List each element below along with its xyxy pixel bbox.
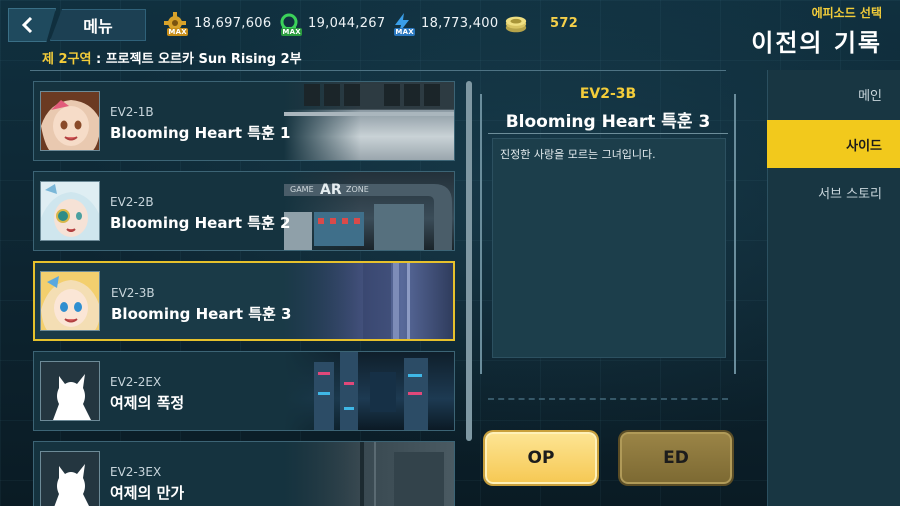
tab-sub-story[interactable]: 서브 스토리 [767, 168, 900, 216]
stage-code: EV2-3EX [110, 465, 162, 479]
stage-card[interactable]: GAME AR ZONE EV2-2B Blooming Heart 특훈 2 [33, 171, 455, 251]
page-title-block: 에피소드 선택 이전의 기록 [751, 4, 882, 58]
stage-thumbnail [284, 82, 454, 160]
area-separator: : [91, 52, 106, 67]
character-portrait [40, 91, 100, 151]
menu-button[interactable]: 메뉴 [50, 9, 146, 41]
op-button[interactable]: OP [485, 432, 597, 484]
gear-gold-icon: MAX [162, 12, 188, 36]
resource-coins: 572 [504, 12, 578, 34]
max-badge: MAX [394, 28, 415, 36]
back-arrow-icon [21, 17, 33, 33]
stage-code: EV2-1B [110, 105, 154, 119]
resource-power: MAX 18,773,400 [389, 12, 499, 36]
stage-thumbnail: GAME AR ZONE [284, 172, 454, 250]
resource-value: 18,697,606 [194, 15, 272, 31]
coin-stack-icon [504, 12, 528, 34]
resource-parts: MAX 18,697,606 [162, 12, 272, 36]
character-silhouette [40, 361, 100, 421]
top-bar: 메뉴 MAX 18,697,606 MAX 19,044,267 MAX 18,… [0, 0, 900, 57]
stage-name: 여제의 폭정 [110, 394, 185, 412]
area-name: 프로젝트 오르카 Sun Rising 2부 [105, 52, 302, 67]
detail-stage-code: EV2-3B [579, 86, 637, 102]
page-subtitle: 에피소드 선택 [811, 6, 882, 20]
resource-value: 18,773,400 [421, 15, 499, 31]
stage-thumbnail [284, 442, 454, 506]
stage-description: 진정한 사랑을 모르는 그녀입니다. [500, 148, 656, 161]
svg-text:AR: AR [320, 182, 342, 198]
stage-name: Blooming Heart 특훈 3 [111, 305, 292, 323]
stage-name: Blooming Heart 특훈 1 [110, 124, 291, 142]
stage-thumbnail [283, 263, 453, 339]
svg-text:GAME: GAME [290, 185, 314, 194]
divider [488, 133, 728, 134]
scrollbar-thumb[interactable] [466, 81, 472, 441]
stage-code: EV2-2B [110, 195, 154, 209]
max-badge: MAX [167, 28, 188, 36]
svg-text:ZONE: ZONE [346, 185, 369, 194]
stage-card[interactable]: EV2-3EX 여제의 만가 [33, 441, 455, 506]
back-button[interactable] [8, 8, 56, 42]
detail-stage-name: Blooming Heart 특훈 3 [505, 112, 711, 132]
stage-thumbnail [284, 352, 454, 430]
description-box [492, 138, 726, 358]
stage-code: EV2-3B [111, 286, 155, 300]
bolt-blue-icon: MAX [389, 12, 415, 36]
stage-card[interactable]: EV2-1B Blooming Heart 특훈 1 [33, 81, 455, 161]
stage-name: Blooming Heart 특훈 2 [110, 214, 291, 232]
resource-value: 572 [550, 15, 579, 31]
stage-name: 여제의 만가 [110, 484, 185, 502]
ed-button[interactable]: ED [620, 432, 732, 484]
gear-green-icon: MAX [276, 12, 302, 36]
stage-card-selected[interactable]: EV2-3B Blooming Heart 특훈 3 [33, 261, 455, 341]
character-portrait [40, 271, 100, 331]
area-label: 제 2구역 : 프로젝트 오르카 Sun Rising 2부 [42, 48, 302, 67]
character-silhouette [40, 451, 100, 506]
tab-side[interactable]: 사이드 [767, 120, 900, 168]
divider [30, 70, 726, 71]
resource-value: 19,044,267 [308, 15, 386, 31]
stage-code: EV2-2EX [110, 375, 162, 389]
page-title: 이전의 기록 [751, 29, 882, 57]
stage-card[interactable]: EV2-2EX 여제의 폭정 [33, 351, 455, 431]
character-portrait [40, 181, 100, 241]
resource-nutrient: MAX 19,044,267 [276, 12, 386, 36]
dashed-divider [488, 398, 728, 400]
area-zone: 제 2구역 [42, 52, 92, 67]
stage-list[interactable]: EV2-1B Blooming Heart 특훈 1 GAME AR ZONE … [33, 81, 455, 506]
max-badge: MAX [281, 28, 302, 36]
tab-main[interactable]: 메인 [767, 70, 900, 118]
